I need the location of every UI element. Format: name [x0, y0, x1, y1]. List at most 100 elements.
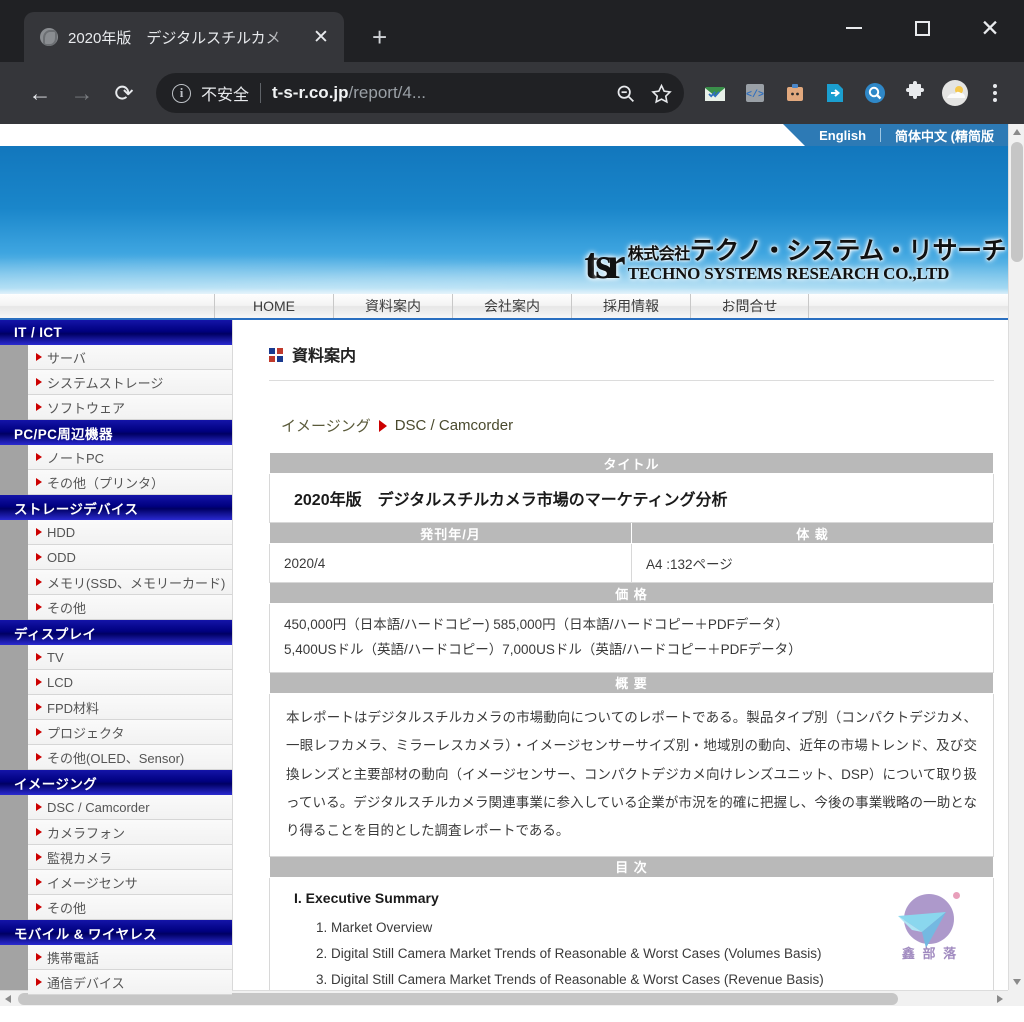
scroll-down-icon[interactable] [1009, 974, 1024, 990]
breadcrumb-category[interactable]: イメージング [281, 415, 371, 436]
new-tab-button[interactable]: + [372, 24, 387, 50]
bullet-triangle-icon [36, 478, 42, 486]
nav-item-recruit[interactable]: 採用情報 [571, 294, 690, 318]
language-strip: English 简体中文 (精简版 [783, 124, 1008, 146]
sidebar-item-camera-phone[interactable]: カメラフォン [28, 820, 232, 845]
url-path: /report/4... [348, 83, 427, 102]
header-summary: 概 要 [269, 671, 994, 694]
bullet-triangle-icon [36, 753, 42, 761]
zoom-out-icon[interactable] [608, 76, 642, 110]
sidebar-item-label: ノートPC [47, 450, 105, 466]
sidebar-item-surveillance-camera[interactable]: 監視カメラ [28, 845, 232, 870]
close-tab-icon[interactable]: ✕ [310, 28, 332, 47]
scroll-left-icon[interactable] [0, 991, 16, 1007]
sidebar-item-hdd[interactable]: HDD [28, 520, 232, 545]
bullet-triangle-icon [36, 603, 42, 611]
table-header-row: 目 次 [269, 855, 994, 878]
sidebar-heading-display: ディスプレイ [0, 620, 232, 645]
sidebar-item-printer-other[interactable]: その他（プリンタ） [28, 470, 232, 495]
back-button[interactable]: ← [22, 75, 58, 111]
sidebar-item-system-storage[interactable]: システムストレージ [28, 370, 232, 395]
report-toc: I. Executive Summary 1. Market Overview … [269, 876, 994, 1006]
scroll-right-icon[interactable] [992, 991, 1008, 1007]
header-toc: 目 次 [269, 855, 994, 878]
language-bar: English 简体中文 (精简版 [0, 124, 1008, 146]
close-window-button[interactable]: ✕ [956, 0, 1024, 56]
sidebar-item-odd[interactable]: ODD [28, 545, 232, 570]
logo-text: 株式会社テクノ・システム・リサーチ TECHNO SYSTEMS RESEARC… [628, 238, 1007, 282]
sidebar-item-label: プロジェクタ [47, 725, 125, 741]
minimize-button[interactable] [820, 0, 888, 56]
report-summary: 本レポートはデジタルスチルカメラの市場動向についてのレポートである。製品タイプ別… [269, 692, 994, 857]
forward-button[interactable]: → [64, 75, 100, 111]
bullet-triangle-icon [36, 403, 42, 411]
report-pubdate: 2020/4 [269, 543, 632, 583]
sidebar-item-dsc-camcorder[interactable]: DSC / Camcorder [28, 795, 232, 820]
sidebar-item-memory[interactable]: メモリ(SSD、メモリーカード) [28, 570, 232, 595]
url-text: t-s-r.co.jp/report/4... [272, 83, 426, 103]
browser-tab[interactable]: 2020年版 デジタルスチルカメ ✕ [24, 12, 344, 62]
maximize-button[interactable] [888, 0, 956, 56]
puzzle-extensions-icon[interactable] [898, 76, 932, 110]
sidebar-item-label: TV [47, 649, 64, 665]
star-icon[interactable] [644, 76, 678, 110]
browser-toolbar: ← → ⟳ i 不安全 t-s-r.co.jp/report/4... </> [0, 62, 1024, 124]
site-info-icon[interactable]: i [172, 83, 191, 103]
sidebar-heading-it-ict: IT / ICT [0, 320, 232, 345]
lang-chinese-link[interactable]: 简体中文 (精简版 [881, 126, 1008, 145]
scroll-up-icon[interactable] [1009, 124, 1024, 140]
lang-english-link[interactable]: English [805, 128, 880, 143]
nav-item-reports[interactable]: 資料案内 [333, 294, 452, 318]
sidebar-item-fpd-material[interactable]: FPD材料 [28, 695, 232, 720]
sidebar-item-image-sensor[interactable]: イメージセンサ [28, 870, 232, 895]
robot-extension-icon[interactable] [778, 76, 812, 110]
sidebar-item-software[interactable]: ソフトウェア [28, 395, 232, 420]
nav-item-home[interactable]: HOME [214, 294, 333, 318]
site-banner: tsr 株式会社テクノ・システム・リサーチ TECHNO SYSTEMS RES… [0, 146, 1008, 294]
bullet-triangle-icon [36, 903, 42, 911]
code-extension-icon[interactable]: </> [738, 76, 772, 110]
omnibox-divider [260, 83, 262, 103]
header-pubdate: 発刊年/月 [269, 522, 632, 544]
toc-item: 2. Digital Still Camera Market Trends of… [316, 945, 822, 961]
main-content: 資料案内 イメージング DSC / Camcorder タイトル 2020年版 … [232, 320, 1008, 1006]
bullet-triangle-icon [36, 828, 42, 836]
reload-button[interactable]: ⟳ [106, 75, 142, 111]
sidebar-item-comm-device[interactable]: 通信デバイス [28, 970, 232, 995]
sidebar-item-tv[interactable]: TV [28, 645, 232, 670]
bullet-triangle-icon [36, 728, 42, 736]
sidebar-item-notebook-pc[interactable]: ノートPC [28, 445, 232, 470]
sidebar-item-lcd[interactable]: LCD [28, 670, 232, 695]
breadcrumb: イメージング DSC / Camcorder [281, 415, 994, 436]
sidebar-heading-mobile-wireless: モバイル & ワイヤレス [0, 920, 232, 945]
company-logo[interactable]: tsr 株式会社テクノ・システム・リサーチ TECHNO SYSTEMS RES… [584, 238, 1007, 285]
browser-menu-button[interactable] [978, 76, 1012, 110]
header-format: 体 裁 [631, 522, 994, 544]
nav-item-company[interactable]: 会社案内 [452, 294, 571, 318]
site-nav: HOME 資料案内 会社案内 採用情報 お問合せ [0, 294, 1008, 320]
search-extension-icon[interactable] [858, 76, 892, 110]
sidebar-item-display-other[interactable]: その他(OLED、Sensor) [28, 745, 232, 770]
browser-window: 2020年版 デジタルスチルカメ ✕ + ✕ ← → ⟳ i 不安全 t-s-r… [0, 0, 1024, 1022]
tab-title: 2020年版 デジタルスチルカメ [68, 29, 281, 47]
report-price: 450,000円（日本語/ハードコピー) 585,000円（日本語/ハードコピー… [269, 603, 994, 673]
table-row: I. Executive Summary 1. Market Overview … [269, 876, 994, 1006]
sidebar-item-label: 通信デバイス [47, 975, 125, 991]
page-viewport: English 简体中文 (精简版 tsr 株式会社テクノ・システム・リサーチ … [0, 124, 1024, 1022]
vertical-scrollbar[interactable] [1008, 124, 1024, 1006]
profile-avatar[interactable] [938, 76, 972, 110]
nav-item-contact[interactable]: お問合せ [690, 294, 809, 318]
sidebar-item-label: システムストレージ [47, 375, 164, 391]
sidebar-item-server[interactable]: サーバ [28, 345, 232, 370]
sidebar-item-label: LCD [47, 674, 74, 690]
mail-extension-icon[interactable] [698, 76, 732, 110]
sidebar-item-projector[interactable]: プロジェクタ [28, 720, 232, 745]
export-extension-icon[interactable] [818, 76, 852, 110]
vertical-scroll-thumb[interactable] [1011, 142, 1023, 262]
sidebar-item-mobile-phone[interactable]: 携帯電話 [28, 945, 232, 970]
sidebar-item-storage-other[interactable]: その他 [28, 595, 232, 620]
sidebar-item-imaging-other[interactable]: その他 [28, 895, 232, 920]
address-bar[interactable]: i 不安全 t-s-r.co.jp/report/4... [156, 73, 684, 113]
sidebar-item-label: その他 [47, 600, 87, 616]
table-header-row: タイトル [269, 452, 994, 474]
